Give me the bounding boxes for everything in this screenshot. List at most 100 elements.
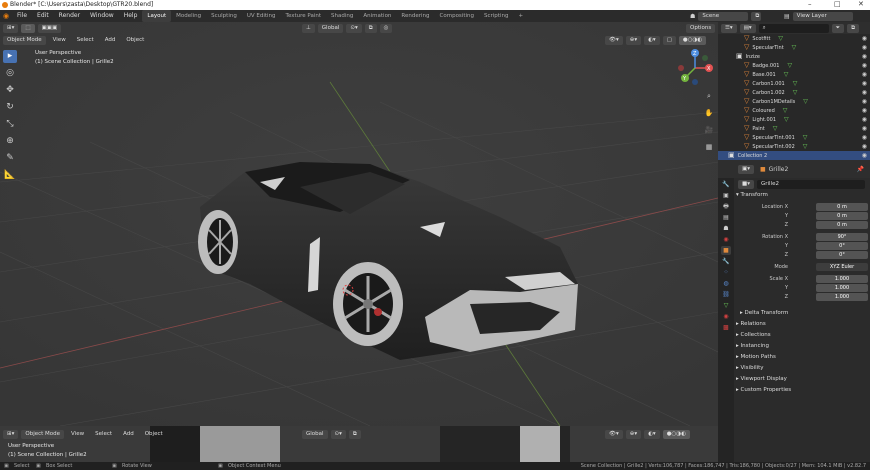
scene-tab-icon[interactable]: ☗ <box>721 224 731 233</box>
output-tab-icon[interactable]: 🖶 <box>721 202 731 211</box>
tab-modeling[interactable]: Modeling <box>171 10 206 22</box>
visibility-eye-icon[interactable]: ◉ <box>862 97 867 106</box>
gizmo-toggle-icon-2[interactable]: ⊕▾ <box>625 429 642 439</box>
mesh-data-icon[interactable]: ▽ <box>803 98 808 105</box>
visibility-eye-icon[interactable]: ◉ <box>862 88 867 97</box>
mesh-data-icon[interactable]: ▽ <box>792 44 797 51</box>
location-x-field[interactable]: 0 m <box>816 203 868 211</box>
transform-tool-icon[interactable]: ⊕ <box>3 135 17 148</box>
outliner-object-row[interactable]: ▽ Carbon1.001 ▽ ◉ <box>718 79 870 88</box>
transform-panel-header[interactable]: ▾ Transform <box>736 190 870 201</box>
shading-solid-icon[interactable]: ●○◑◐ <box>678 36 707 45</box>
visibility-eye-icon[interactable]: ◉ <box>862 70 867 79</box>
visibility-eye-icon[interactable]: ◉ <box>862 52 867 61</box>
outliner-object-row[interactable]: ▽ Coloured ▽ ◉ <box>718 106 870 115</box>
visibility-eye-icon[interactable]: ◉ <box>862 124 867 133</box>
visibility-icon[interactable]: 👁▾ <box>605 36 623 45</box>
rotation-mode-dropdown[interactable]: XYZ Euler <box>816 263 868 271</box>
outliner-object-row[interactable]: ▽ Base.001 ▽ ◉ <box>718 70 870 79</box>
tab-scripting[interactable]: Scripting <box>479 10 513 22</box>
visibility-eye-icon[interactable]: ◉ <box>862 61 867 70</box>
mesh-data-icon[interactable]: ▽ <box>783 107 788 114</box>
maximize-button[interactable]: □ <box>834 0 841 8</box>
outliner-search-input[interactable]: ⌕ <box>758 23 829 33</box>
pivot-icon-2[interactable]: ⊙▾ <box>330 429 346 439</box>
cursor-tool-icon[interactable]: ◎ <box>3 67 17 80</box>
properties-section-header[interactable]: ▸ Delta Transform <box>736 308 870 319</box>
xray-icon[interactable]: ▢ <box>662 36 676 45</box>
visibility-icon-2[interactable]: 👁▾ <box>605 429 623 439</box>
world-tab-icon[interactable]: ◉ <box>721 235 731 244</box>
add-workspace-button[interactable]: + <box>513 10 528 22</box>
minimize-button[interactable]: – <box>808 0 812 8</box>
scale-z-field[interactable]: 1.000 <box>816 293 868 301</box>
select-mode-icon[interactable]: ▣▣▣ <box>37 24 62 33</box>
modifier-tab-icon[interactable]: 🔧 <box>721 257 731 266</box>
mesh-data-icon[interactable]: ▽ <box>787 62 792 69</box>
object-tab-icon[interactable]: ■ <box>721 246 731 255</box>
orientation-dropdown-2[interactable]: Global <box>302 429 328 439</box>
perspective-grid-icon[interactable]: ▦ <box>702 141 716 154</box>
menu-add-2[interactable]: Add <box>119 430 138 439</box>
menu-object-2[interactable]: Object <box>141 430 167 439</box>
properties-section-header[interactable]: ▸ Custom Properties <box>736 385 870 396</box>
mesh-data-icon[interactable]: ▽ <box>793 80 798 87</box>
proportional-edit-icon[interactable]: ◎ <box>379 24 393 33</box>
pin-icon[interactable]: 📌 <box>857 166 864 173</box>
outliner-object-row[interactable]: ▽ Scotfitt ▽ ◉ <box>718 34 870 43</box>
menu-file[interactable]: File <box>12 10 32 22</box>
material-tab-icon[interactable]: ◉ <box>721 312 731 321</box>
close-button[interactable]: ✕ <box>858 0 864 8</box>
select-box-icon[interactable]: ⬚ <box>21 24 35 33</box>
outliner-object-row[interactable]: ▽ Paint ▽ ◉ <box>718 124 870 133</box>
location-z-field[interactable]: 0 m <box>816 221 868 229</box>
outliner-object-row[interactable]: ▽ Carbon1MDetails ▽ ◉ <box>718 97 870 106</box>
outliner-object-row[interactable]: ▽ SpecularTint ▽ ◉ <box>718 43 870 52</box>
menu-select[interactable]: Select <box>73 36 98 45</box>
snap-icon-2[interactable]: ⧉ <box>348 429 361 439</box>
render-tab-icon[interactable]: ▣ <box>721 191 731 200</box>
location-y-field[interactable]: 0 m <box>816 212 868 220</box>
visibility-eye-icon[interactable]: ◉ <box>862 43 867 52</box>
new-scene-icon[interactable]: ⧉ <box>751 11 762 21</box>
mesh-data-icon[interactable]: ▽ <box>773 125 778 132</box>
options-menu[interactable]: Options <box>686 24 718 33</box>
outliner-collection-row[interactable]: ▣ Inzize ◉ <box>718 52 870 61</box>
transform-orientation-2[interactable]: Global ⊙▾ ⧉ <box>302 429 364 439</box>
menu-view[interactable]: View <box>49 36 70 45</box>
rotate-tool-icon[interactable]: ↻ <box>3 101 17 114</box>
menu-edit[interactable]: Edit <box>32 10 54 22</box>
view-layer-tab-icon[interactable]: ▤ <box>721 213 731 222</box>
properties-section-header[interactable]: ▸ Visibility <box>736 363 870 374</box>
particles-tab-icon[interactable]: ⁘ <box>721 268 731 277</box>
menu-help[interactable]: Help <box>119 10 143 22</box>
texture-tab-icon[interactable]: ▩ <box>721 323 731 332</box>
properties-section-header[interactable]: ▸ Relations <box>736 319 870 330</box>
tab-texture-paint[interactable]: Texture Paint <box>281 10 327 22</box>
tab-rendering[interactable]: Rendering <box>396 10 434 22</box>
properties-section-header[interactable]: ▸ Viewport Display <box>736 374 870 385</box>
properties-section-header[interactable]: ▸ Collections <box>736 330 870 341</box>
constraints-tab-icon[interactable]: ⛓ <box>721 290 731 299</box>
visibility-eye-icon[interactable]: ◉ <box>862 106 867 115</box>
tab-animation[interactable]: Animation <box>358 10 396 22</box>
mesh-data-icon[interactable]: ▽ <box>784 71 789 78</box>
mesh-data-icon[interactable]: ▽ <box>803 134 808 141</box>
editor-type-icon-2[interactable]: ⊞▾ <box>3 429 19 439</box>
display-mode-icon[interactable]: ▤▾ <box>739 23 756 33</box>
select-tool-icon[interactable]: ▸ <box>3 50 17 63</box>
overlay-toggle-icon-2[interactable]: ◐▾ <box>644 429 660 439</box>
mesh-data-icon[interactable]: ▽ <box>803 143 808 150</box>
measure-tool-icon[interactable]: 📐 <box>3 169 17 182</box>
properties-section-header[interactable]: ▸ Instancing <box>736 341 870 352</box>
snap-icon[interactable]: ⧉ <box>364 24 377 33</box>
orientation-dropdown[interactable]: Global <box>317 24 344 33</box>
tab-uv-editing[interactable]: UV Editing <box>242 10 281 22</box>
3d-viewport[interactable] <box>0 22 718 426</box>
tool-tab-icon[interactable]: 🔧 <box>721 180 731 189</box>
scene-name[interactable]: Scene <box>698 11 749 21</box>
scene-selector[interactable]: ☗ Scene ⧉ <box>690 11 764 21</box>
object-mode-dropdown-2[interactable]: Object Mode <box>21 429 65 439</box>
rotation-y-field[interactable]: 0° <box>816 242 868 250</box>
view-layer-name[interactable]: View Layer <box>792 11 853 21</box>
